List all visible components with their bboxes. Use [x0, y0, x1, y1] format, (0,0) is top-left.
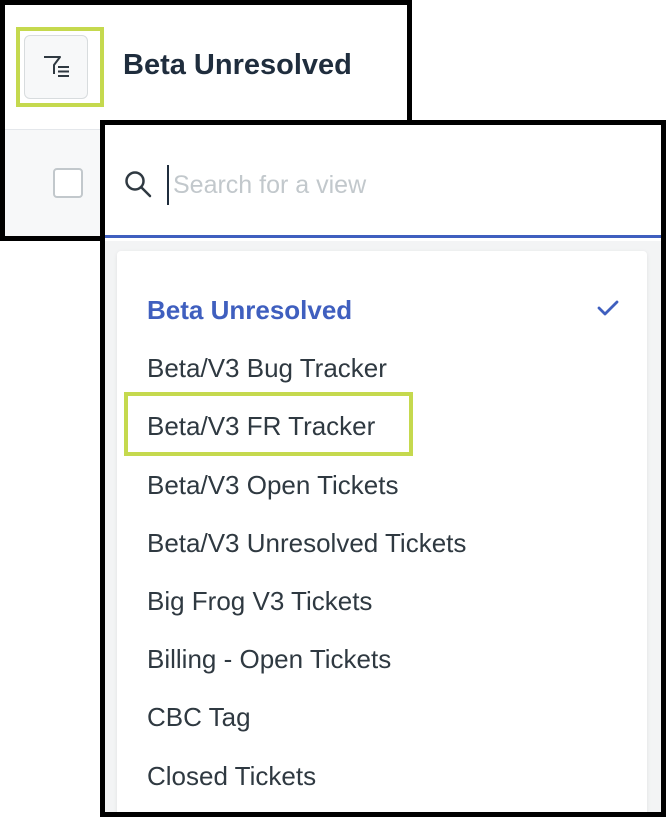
views-list-card: Beta Unresolved Beta/V3 Bug Tracker Beta…	[117, 251, 647, 812]
views-list-area: Beta Unresolved Beta/V3 Bug Tracker Beta…	[105, 241, 661, 812]
filter-list-icon	[44, 56, 69, 77]
views-dropdown: Beta Unresolved Beta/V3 Bug Tracker Beta…	[100, 120, 666, 817]
page-title: Beta Unresolved	[123, 49, 352, 81]
views-filter-button[interactable]	[24, 35, 88, 99]
view-item-label: Beta/V3 Bug Tracker	[147, 353, 387, 384]
view-search-input[interactable]	[167, 165, 637, 205]
view-item-beta-v3-unresolved-tickets[interactable]: Beta/V3 Unresolved Tickets	[117, 514, 647, 572]
view-item-label: Beta/V3 Unresolved Tickets	[147, 527, 467, 558]
view-item-billing-open-tickets[interactable]: Billing - Open Tickets	[117, 630, 647, 688]
view-item-label: Billing - Open Tickets	[147, 644, 392, 675]
view-item-big-frog-v3-tickets[interactable]: Big Frog V3 Tickets	[117, 572, 647, 630]
view-item-label: Beta Unresolved	[147, 295, 353, 325]
view-item-beta-v3-open-tickets[interactable]: Beta/V3 Open Tickets	[117, 456, 647, 514]
view-item-beta-v3-bug-tracker[interactable]: Beta/V3 Bug Tracker	[117, 339, 647, 397]
checkmark-icon	[597, 300, 619, 316]
select-all-checkbox[interactable]	[53, 168, 83, 198]
views-list: Beta Unresolved Beta/V3 Bug Tracker Beta…	[117, 281, 647, 805]
view-item-label: Beta/V3 Open Tickets	[147, 469, 399, 500]
view-search-bar	[105, 125, 661, 238]
view-item-label: Beta/V3 FR Tracker	[147, 411, 376, 442]
view-item-cbc-tag[interactable]: CBC Tag	[117, 688, 647, 746]
view-item-label: Closed Tickets	[147, 760, 317, 791]
view-item-closed-tickets[interactable]: Closed Tickets	[117, 747, 647, 805]
view-item-label: CBC Tag	[147, 702, 251, 733]
view-item-beta-unresolved[interactable]: Beta Unresolved	[117, 281, 647, 339]
view-item-beta-v3-fr-tracker[interactable]: Beta/V3 FR Tracker	[117, 397, 647, 455]
search-icon	[125, 171, 152, 198]
view-item-label: Big Frog V3 Tickets	[147, 585, 373, 616]
view-header: Beta Unresolved	[5, 5, 407, 129]
